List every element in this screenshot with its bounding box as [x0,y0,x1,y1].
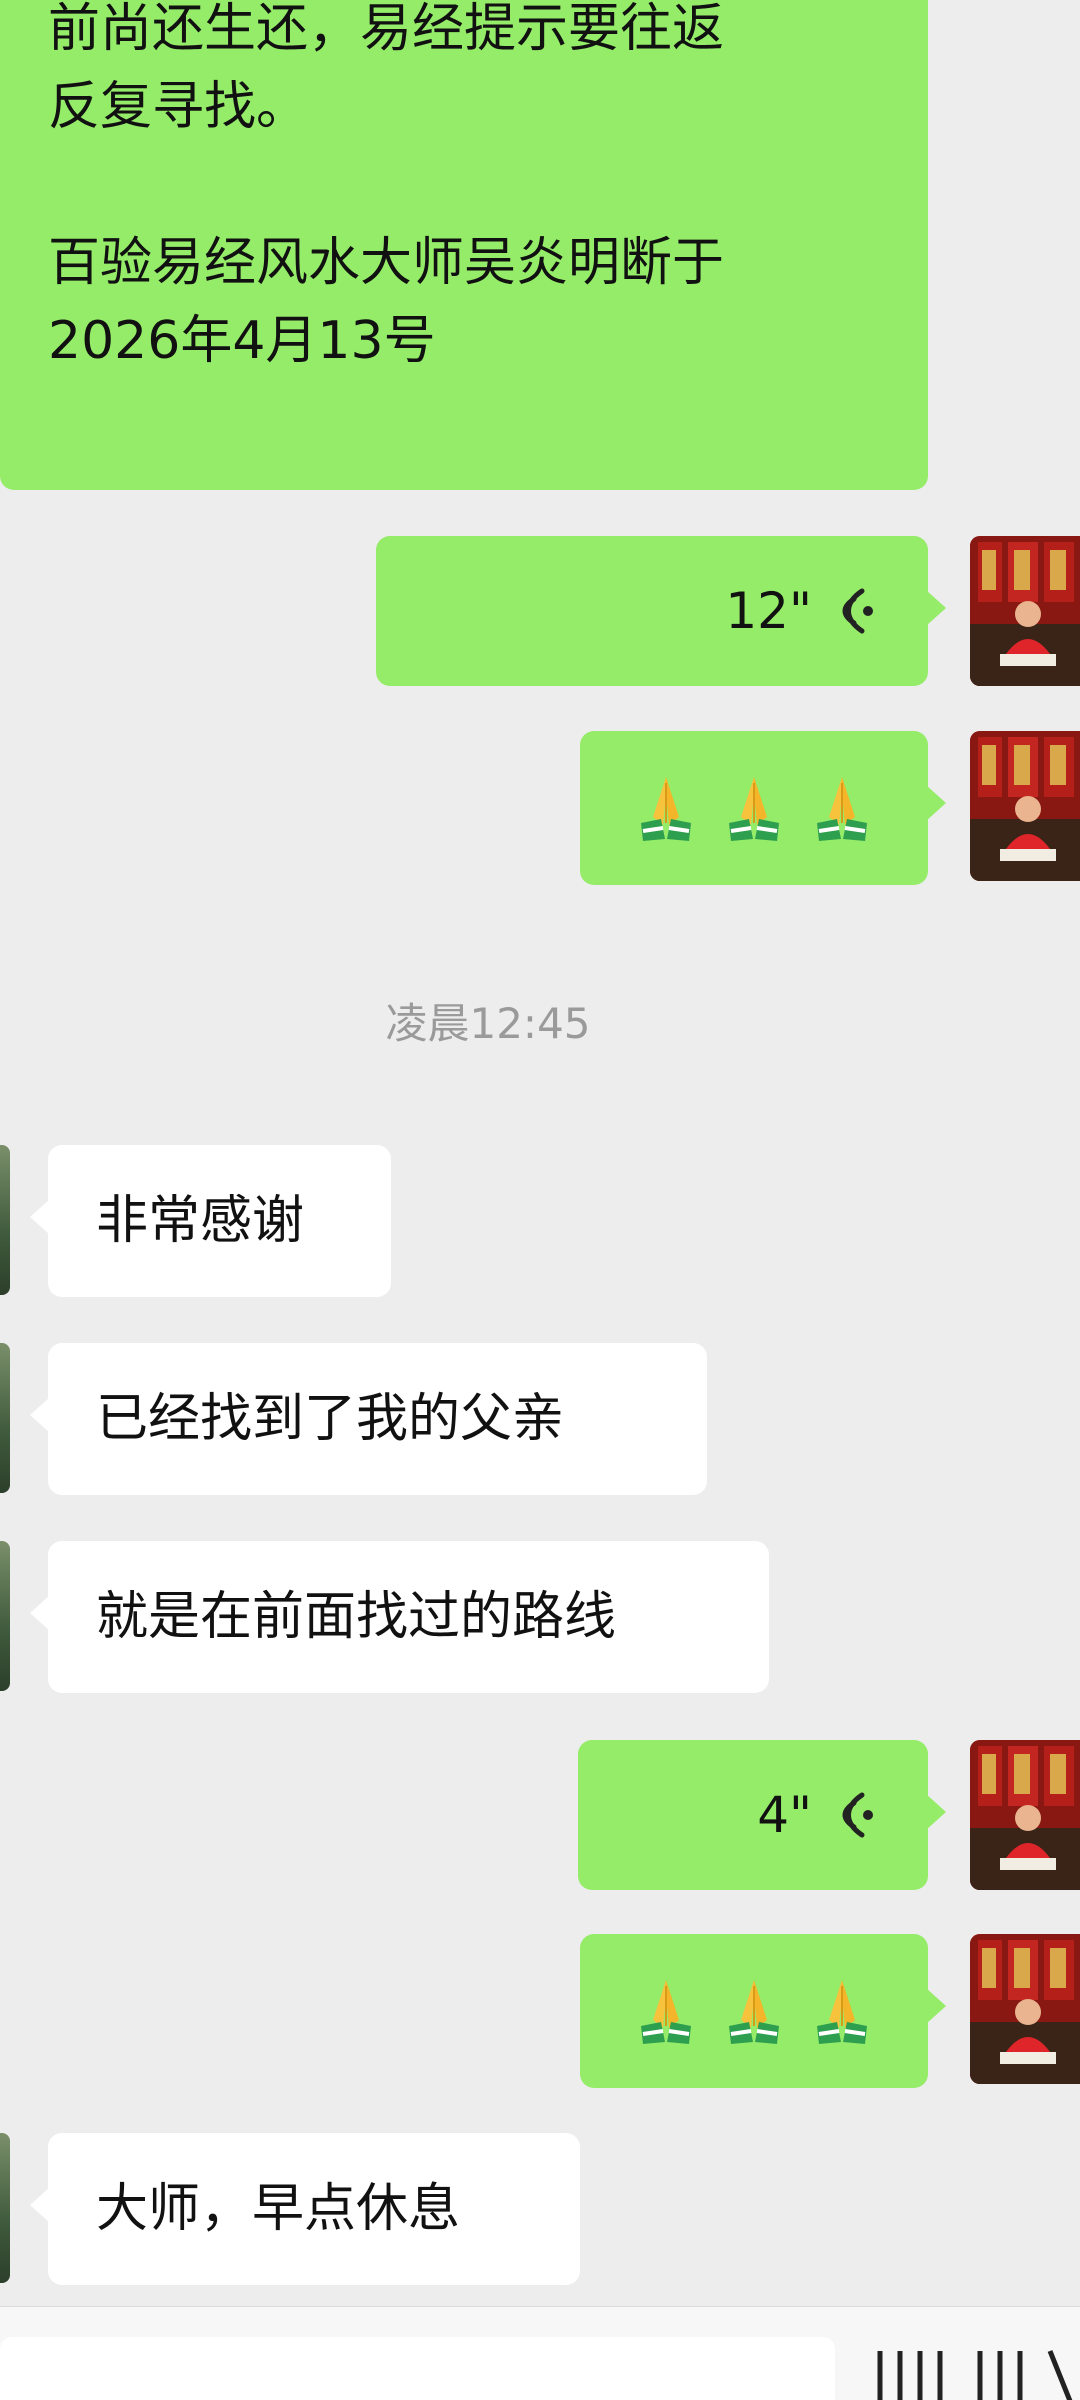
avatar-photo [970,1934,1080,2084]
folded-hands-icon [815,1978,869,2046]
folded-hands-icon [727,775,781,843]
incoming-text-message[interactable]: 大师，早点休息 [30,2133,580,2285]
toolbar-icons[interactable] [860,2341,1080,2400]
user-avatar[interactable] [970,1740,1080,1890]
voice-duration: 12" [725,582,812,640]
contact-avatar[interactable] [0,1343,10,1493]
message-input[interactable] [0,2337,835,2400]
avatar-photo [970,536,1080,686]
avatar-photo [970,1740,1080,1890]
user-avatar[interactable] [970,731,1080,881]
time-divider: 凌晨12:45 [385,999,591,1048]
voice-wave-icon [832,1789,878,1841]
contact-avatar[interactable] [0,1145,10,1295]
voice-duration: 4" [757,1786,812,1844]
folded-hands-icon [639,1978,693,2046]
voice-message[interactable]: 12" [376,536,946,686]
voice-message[interactable]: 4" [578,1740,946,1890]
voice-wave-icon [832,585,878,637]
emoji-message[interactable] [580,1934,946,2088]
input-bar [0,2306,1080,2400]
user-avatar[interactable] [970,1934,1080,2084]
incoming-text-message[interactable]: 非常感谢 [30,1145,391,1297]
avatar-photo [970,731,1080,881]
folded-hands-icon [815,775,869,843]
incoming-text-message[interactable]: 就是在前面找过的路线 [30,1541,769,1693]
user-avatar[interactable] [970,536,1080,686]
outgoing-text-message[interactable]: 前尚还生还，易经提示要往返 反复寻找。 百验易经风水大师吴炎明断于 2026年4… [0,0,928,490]
contact-avatar[interactable] [0,1541,10,1691]
incoming-text-message[interactable]: 已经找到了我的父亲 [30,1343,707,1495]
contact-avatar[interactable] [0,2133,10,2283]
folded-hands-icon [727,1978,781,2046]
chat-screen: 前尚还生还，易经提示要往返 反复寻找。 百验易经风水大师吴炎明断于 2026年4… [0,0,1080,2400]
folded-hands-icon [639,775,693,843]
emoji-message[interactable] [580,731,946,885]
